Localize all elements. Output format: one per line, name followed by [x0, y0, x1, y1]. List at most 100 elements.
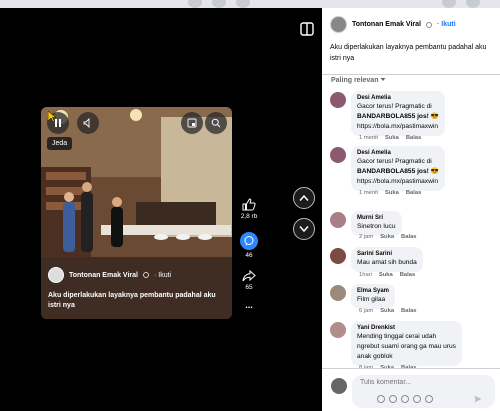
comment-like-button[interactable]: Suka: [380, 234, 394, 240]
emoji-icon[interactable]: [389, 395, 397, 403]
comment-text-line: BANDARBOLA855 jos! 😎: [357, 113, 439, 120]
thumbs-up-icon: [242, 198, 256, 211]
share-action[interactable]: 65: [237, 269, 261, 291]
previous-video-button[interactable]: [293, 187, 315, 209]
comment-time[interactable]: 1 menit: [359, 135, 378, 141]
comment-time[interactable]: 2 jam: [359, 234, 373, 240]
comment-sort-dropdown[interactable]: Paling relevan: [331, 77, 386, 84]
comment-time[interactable]: 1hari: [359, 272, 372, 278]
comment-meta: 2 jam Suka Balas: [359, 234, 424, 240]
comment-action[interactable]: 46: [237, 232, 261, 259]
post-follow-button[interactable]: · Ikuti: [437, 21, 456, 28]
comment-text-line: ngrebut suami orang ga mau urus: [357, 343, 456, 350]
tab-icon: [466, 0, 480, 8]
pip-icon: [187, 118, 197, 128]
comment-like-button[interactable]: Suka: [385, 190, 399, 196]
post-text: Aku diperlakukan layaknya pembantu padah…: [330, 44, 487, 62]
sticker-icon[interactable]: [377, 395, 385, 403]
expand-icon[interactable]: [300, 22, 314, 36]
gif-icon[interactable]: [413, 395, 421, 403]
video-follow-button[interactable]: · Ikuti: [154, 272, 171, 279]
comment-meta: 1hari Suka Balas: [359, 272, 422, 278]
mute-button[interactable]: [77, 112, 99, 134]
video-player[interactable]: Jeda Tontonan Emak Viral · Ikuti Aku dip…: [41, 107, 232, 319]
share-icon: [242, 269, 256, 282]
comment-like-button[interactable]: Suka: [380, 308, 394, 314]
video-author-row: Tontonan Emak Viral · Ikuti: [48, 267, 171, 283]
comment-meta: 1 menit Suka Balas: [359, 135, 428, 141]
comment-like-button[interactable]: Suka: [385, 135, 399, 141]
search-icon: [211, 118, 221, 128]
send-icon[interactable]: [474, 395, 482, 403]
mouse-cursor-icon: [48, 111, 57, 123]
comment-composer: [322, 368, 500, 411]
avatar-sticker-icon[interactable]: [425, 395, 433, 403]
comment-reply-button[interactable]: Balas: [406, 190, 421, 196]
comment-text-line: Film gilaa: [357, 296, 386, 303]
composer-icons: [377, 395, 433, 403]
comment-meta: 6 jam Suka Balas: [359, 308, 424, 314]
avatar[interactable]: [330, 212, 346, 228]
comment-input[interactable]: [360, 379, 480, 386]
video-author-name[interactable]: Tontonan Emak Viral: [69, 272, 138, 279]
comment-count: 46: [245, 252, 253, 259]
avatar[interactable]: [330, 147, 346, 163]
more-options-button[interactable]: ...: [237, 300, 261, 310]
avatar[interactable]: [330, 285, 346, 301]
comment-text-line: Mending tinggal cerai udah: [357, 333, 437, 340]
like-count: 2,8 rb: [240, 213, 258, 220]
video-stage: Jeda Tontonan Emak Viral · Ikuti Aku dip…: [0, 8, 322, 411]
comment-reply-button[interactable]: Balas: [406, 135, 421, 141]
comment-author[interactable]: Desi Amelia: [357, 94, 439, 102]
avatar[interactable]: [330, 92, 346, 108]
comment-author[interactable]: Desi Amelia: [357, 149, 439, 157]
comment-link[interactable]: https://bola.mx/pastimaxwin: [357, 122, 439, 132]
comment-bubble: Yani Drenkist Mending tinggal cerai udah…: [351, 321, 462, 366]
post-header: Tontonan Emak Viral · Ikuti: [330, 16, 456, 33]
comment-bubble: Sarini Sarini Mau amat sih bunda: [351, 247, 423, 272]
comment-bubble: Murni Sri Sinetron lucu: [351, 211, 402, 236]
pause-tooltip: Jeda: [47, 137, 73, 150]
comment-link[interactable]: https://bola.mx/pastimaxwin: [357, 177, 439, 187]
like-action[interactable]: 2,8 rb: [237, 198, 261, 220]
avatar[interactable]: [330, 248, 346, 264]
avatar[interactable]: [48, 267, 64, 283]
comment-meta: 1 menit Suka Balas: [359, 190, 428, 196]
post-author-name[interactable]: Tontonan Emak Viral: [352, 21, 421, 28]
comment-reply-button[interactable]: Balas: [401, 234, 416, 240]
globe-icon: [143, 272, 149, 278]
comment-bubble: Desi Amelia Gacor terus! Pragmatic di BA…: [351, 146, 445, 191]
comment-input-box[interactable]: [352, 375, 495, 408]
avatar: [331, 378, 347, 394]
video-search-button[interactable]: [205, 112, 227, 134]
comment-time[interactable]: 1 menit: [359, 190, 378, 196]
comment-like-button[interactable]: Suka: [379, 272, 393, 278]
chevron-up-icon: [299, 194, 309, 201]
comment-author[interactable]: Sarini Sarini: [357, 250, 417, 258]
comment-reply-button[interactable]: Balas: [401, 308, 416, 314]
speaker-icon: [83, 118, 90, 128]
tab-icon: [212, 0, 226, 8]
comment-author[interactable]: Yani Drenkist: [357, 324, 456, 332]
comment-author[interactable]: Elma Syam: [357, 287, 389, 295]
caret-down-icon: [380, 78, 386, 81]
avatar[interactable]: [330, 322, 346, 338]
tab-icon: [236, 0, 250, 8]
divider: [322, 74, 500, 75]
video-caption: Aku diperlakukan layaknya pembantu padah…: [48, 292, 216, 309]
next-video-button[interactable]: [293, 218, 315, 240]
comment-time[interactable]: 6 jam: [359, 308, 373, 314]
globe-icon: [426, 21, 432, 28]
camera-icon[interactable]: [401, 395, 409, 403]
avatar[interactable]: [330, 16, 347, 33]
comment-bubble-icon: [240, 232, 258, 250]
comment-reply-button[interactable]: Balas: [400, 272, 415, 278]
comment-bubble: Elma Syam Film gilaa: [351, 284, 396, 309]
comments-panel: Tontonan Emak Viral · Ikuti Aku diperlak…: [322, 8, 500, 411]
comment-bubble: Desi Amelia Gacor terus! Pragmatic di BA…: [351, 91, 445, 136]
comment-author[interactable]: Murni Sri: [357, 214, 396, 222]
picture-in-picture-button[interactable]: [181, 112, 203, 134]
comment-text-line: BANDARBOLA855 jos! 😎: [357, 168, 439, 175]
comment-sort-label: Paling relevan: [331, 77, 379, 84]
browser-top-strip: [0, 0, 500, 8]
